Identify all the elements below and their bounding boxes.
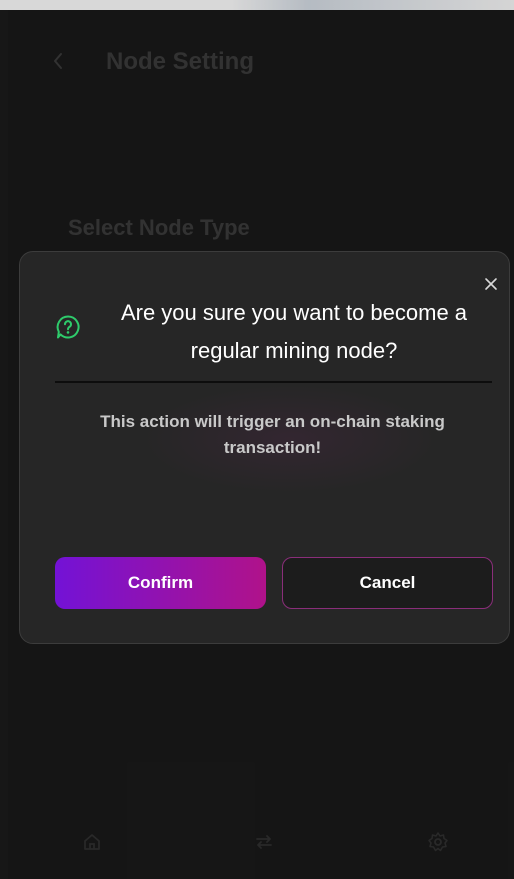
question-bubble-icon xyxy=(55,314,81,340)
confirm-dialog: Are you sure you want to become a regula… xyxy=(19,251,510,644)
divider xyxy=(55,381,492,383)
close-icon[interactable] xyxy=(483,276,499,292)
dialog-message: This action will trigger an on-chain sta… xyxy=(100,412,445,457)
cancel-button[interactable]: Cancel xyxy=(282,557,493,609)
confirm-button[interactable]: Confirm xyxy=(55,557,266,609)
dialog-title: Are you sure you want to become a regula… xyxy=(120,300,468,363)
